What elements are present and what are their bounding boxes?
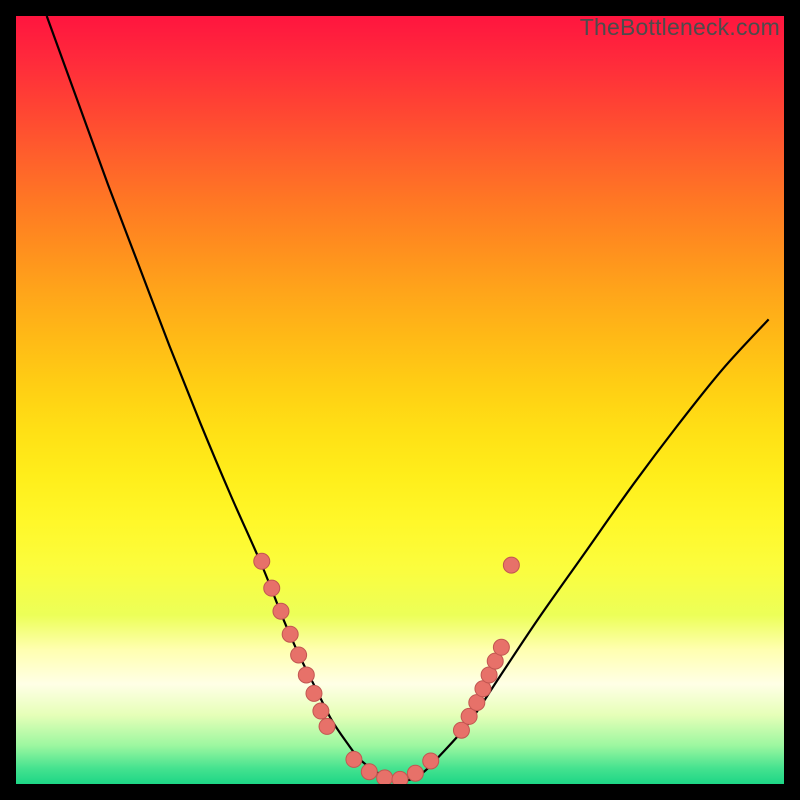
data-point bbox=[313, 703, 329, 719]
data-point bbox=[503, 557, 519, 573]
data-point bbox=[361, 764, 377, 780]
data-point bbox=[291, 647, 307, 663]
chart-svg bbox=[16, 16, 784, 784]
data-point bbox=[377, 770, 393, 784]
watermark-text: TheBottleneck.com bbox=[580, 14, 780, 41]
data-point bbox=[298, 667, 314, 683]
chart-frame: TheBottleneck.com bbox=[16, 16, 784, 784]
data-point bbox=[423, 753, 439, 769]
data-point bbox=[306, 685, 322, 701]
data-point bbox=[264, 580, 280, 596]
data-point bbox=[392, 771, 408, 784]
data-point bbox=[319, 718, 335, 734]
data-point bbox=[493, 639, 509, 655]
data-point bbox=[254, 553, 270, 569]
bottleneck-curve bbox=[47, 16, 769, 780]
plot-area: TheBottleneck.com bbox=[16, 16, 784, 784]
data-point bbox=[273, 603, 289, 619]
data-markers bbox=[254, 553, 520, 784]
data-point bbox=[346, 751, 362, 767]
data-point bbox=[282, 626, 298, 642]
data-point bbox=[407, 765, 423, 781]
